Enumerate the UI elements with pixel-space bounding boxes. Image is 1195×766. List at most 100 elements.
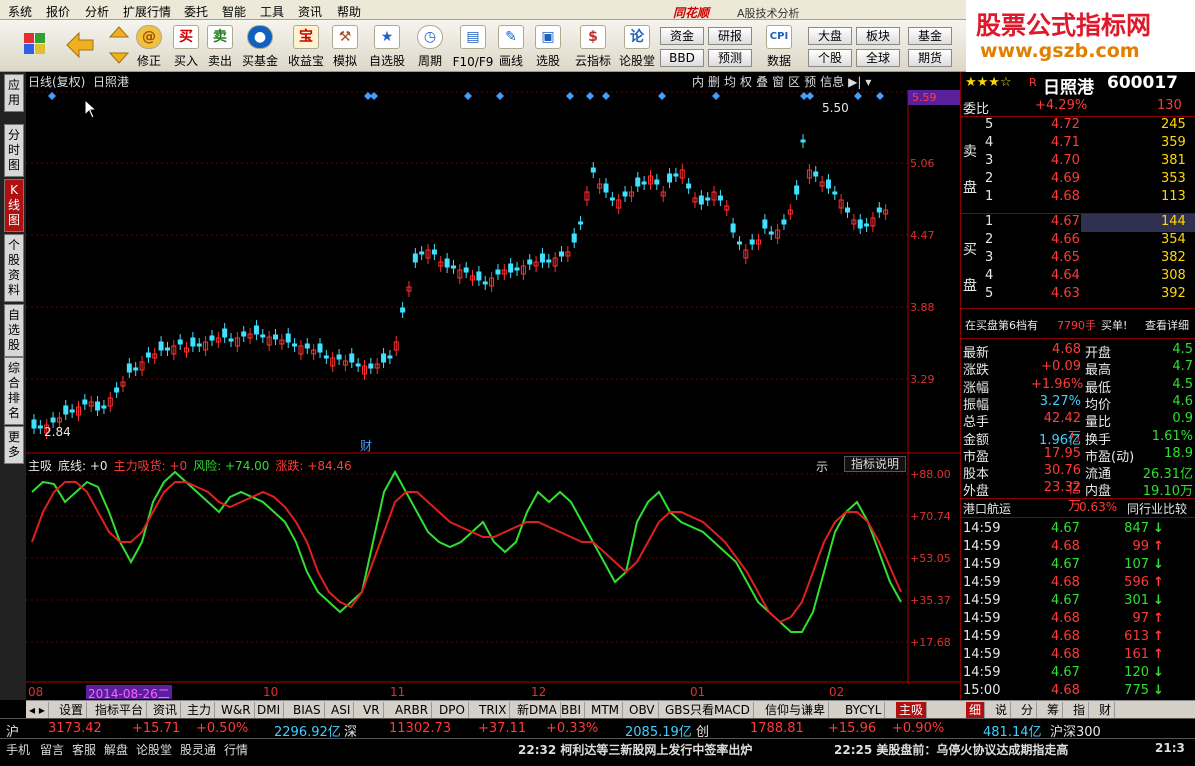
capital-button[interactable]: 资金 (660, 27, 704, 45)
f10-button[interactable]: ▤ F10/F9 (452, 21, 494, 71)
back-button[interactable] (62, 21, 98, 71)
futures-button[interactable]: 期货 (908, 49, 952, 67)
kline-chart-area[interactable]: 日线(复权) 日照港 内删均权叠窗区预信息 ▶| ▾ 5.59 5.06 4.47 … (26, 72, 960, 701)
indicator-tab[interactable]: 设置 (56, 702, 88, 718)
status-gulingtong[interactable]: 股灵通 (180, 741, 216, 758)
btn-quan[interactable]: 权 (740, 73, 752, 90)
screener-button[interactable]: ▣ 选股 (530, 21, 566, 71)
btn-shan[interactable]: 删 (708, 73, 720, 90)
right-tab[interactable]: 说 (992, 702, 1012, 718)
indicator-tab[interactable]: BBI (558, 702, 586, 718)
bid-price[interactable]: 4.65 (1051, 250, 1080, 265)
btn-jun[interactable]: 均 (724, 73, 736, 90)
right-tab[interactable]: 财 (1096, 702, 1116, 718)
btn-info[interactable]: 信息 (820, 73, 844, 90)
stock-button[interactable]: 个股 (808, 49, 852, 67)
indicator-tab[interactable]: ASI (328, 702, 355, 718)
market-button[interactable]: 大盘 (808, 27, 852, 45)
tab-timeshare[interactable]: 分时图 (4, 124, 24, 177)
finance-marker[interactable]: 财 (360, 437, 372, 454)
bid-price[interactable]: 4.66 (1051, 232, 1080, 247)
sell-button[interactable]: 卖 卖出 (204, 21, 236, 71)
ask-price[interactable]: 4.68 (1051, 189, 1080, 204)
bigorder-detail-link[interactable]: 查看详细 (1145, 317, 1189, 333)
menu-system[interactable]: 系统 (8, 3, 32, 20)
indicator-tab[interactable]: GBS只看MACD (662, 702, 754, 718)
next-icon[interactable]: ▶| (848, 75, 861, 89)
buy-fund-button[interactable]: ● 买基金 (238, 21, 282, 71)
draw-line-button[interactable]: ✎ 画线 (496, 21, 526, 71)
news-ticker-2[interactable]: 22:25 美股盘前：乌停火协议达成期指走高 (834, 741, 1068, 758)
ask-price[interactable]: 4.72 (1051, 117, 1080, 132)
indicator-tab[interactable]: BIAS (290, 702, 325, 718)
menu-quote[interactable]: 报价 (46, 3, 70, 20)
tab-ranking[interactable]: 综合排名 (4, 357, 24, 425)
global-button[interactable]: 全球 (856, 49, 900, 67)
bbd-button[interactable]: BBD (660, 49, 704, 67)
menu-help[interactable]: 帮助 (337, 3, 361, 20)
indicator-tab[interactable]: MTM (588, 702, 624, 718)
indicator-tab[interactable]: 主力 (184, 702, 216, 718)
menu-ext-quote[interactable]: 扩展行情 (123, 3, 171, 20)
profit-button[interactable]: 宝 收益宝 (284, 21, 328, 71)
cloud-indicator-button[interactable]: $ 云指标 (572, 21, 614, 71)
fund-button[interactable]: 基金 (908, 27, 952, 45)
btn-yu[interactable]: 预 (804, 73, 816, 90)
indicator-tab[interactable]: BYCYL (842, 702, 886, 718)
status-service[interactable]: 客服 (72, 741, 96, 758)
indicator-tab[interactable]: DPO (436, 702, 469, 718)
status-analysis[interactable]: 解盘 (104, 741, 128, 758)
indicator-tab[interactable]: OBV (626, 702, 659, 718)
menu-analysis[interactable]: 分析 (85, 3, 109, 20)
ask-price[interactable]: 4.70 (1051, 153, 1080, 168)
bid-price[interactable]: 4.63 (1051, 286, 1080, 301)
tab-more[interactable]: 更多 (4, 426, 24, 464)
tab-kline[interactable]: K线图 (4, 179, 24, 232)
status-phone[interactable]: 手机 (6, 741, 30, 758)
menu-order[interactable]: 委托 (184, 3, 208, 20)
buy-button[interactable]: 买 买入 (170, 21, 202, 71)
forum-button[interactable]: 论 论股堂 (616, 21, 658, 71)
sh-index-value[interactable]: 3173.42 (48, 721, 102, 736)
indicator-tab[interactable]: DMI (254, 702, 285, 718)
cy-index-value[interactable]: 1788.81 (750, 721, 804, 736)
status-forum[interactable]: 论股堂 (136, 741, 172, 758)
status-message[interactable]: 留言 (40, 741, 64, 758)
right-tab[interactable]: 细 (966, 702, 986, 718)
indicator-tab[interactable]: 资讯 (150, 702, 182, 718)
layout-button[interactable] (20, 21, 50, 71)
indicator-tab[interactable]: ARBR (392, 702, 433, 718)
btn-die[interactable]: 叠 (756, 73, 768, 90)
data-button[interactable]: CPI 数据 (760, 21, 798, 71)
period-button[interactable]: ◷ 周期 (412, 21, 448, 71)
indicator-tab[interactable]: 主吸 (896, 702, 928, 718)
tab-watchlist[interactable]: 自选股 (4, 304, 24, 357)
right-tab[interactable]: 筹 (1044, 702, 1064, 718)
tab-apps[interactable]: 应用 (4, 74, 24, 112)
news-ticker-1[interactable]: 22:32 柯利达等三新股网上发行中签率出炉 (518, 741, 752, 758)
chart-canvas[interactable] (26, 72, 960, 684)
scroll-button[interactable] (106, 21, 132, 71)
indicator-tab[interactable]: VR (360, 702, 384, 718)
watchlist-button[interactable]: ★ 自选股 (366, 21, 408, 71)
indicator-help-button[interactable]: 指标说明 (844, 456, 906, 472)
indicator-tab[interactable]: 新DMA (514, 702, 561, 718)
ask-price[interactable]: 4.71 (1051, 135, 1080, 150)
btn-qu[interactable]: 区 (788, 73, 800, 90)
sector-button[interactable]: 板块 (856, 27, 900, 45)
tab-scroll-arrows-icon[interactable]: ◂ ▸ (26, 702, 49, 718)
right-tab[interactable]: 指 (1070, 702, 1090, 718)
btn-chuang[interactable]: 窗 (772, 73, 784, 90)
menu-tools[interactable]: 工具 (260, 3, 284, 20)
correct-button[interactable]: @ 修正 (134, 21, 164, 71)
menu-smart[interactable]: 智能 (222, 3, 246, 20)
industry-compare-button[interactable]: 同行业比较 (1127, 500, 1187, 517)
right-tab[interactable]: 分 (1018, 702, 1038, 718)
ask-price[interactable]: 4.69 (1051, 171, 1080, 186)
indicator-tab[interactable]: TRIX (476, 702, 511, 718)
btn-nei[interactable]: 内 (692, 73, 704, 90)
industry-name[interactable]: 港口航运 (963, 500, 1011, 517)
indicator-tab[interactable]: W&R (218, 702, 255, 718)
indicator-tab[interactable]: 信仰与谦卑 (762, 702, 830, 718)
tab-stock-info[interactable]: 个股资料 (4, 234, 24, 302)
